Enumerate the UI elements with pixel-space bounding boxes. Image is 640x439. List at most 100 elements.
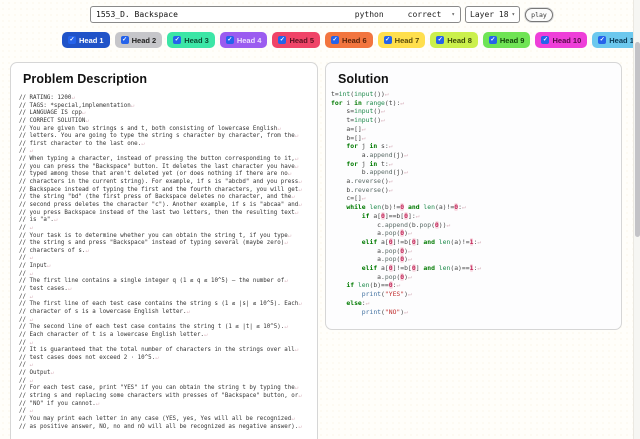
head-toggle-7[interactable]: ✓ Head 7 bbox=[377, 32, 426, 48]
checkbox-checked-icon[interactable]: ✓ bbox=[541, 36, 550, 44]
newline-mark-icon: ↵ bbox=[130, 102, 135, 109]
problem-text-line: // test cases.↵ bbox=[19, 286, 72, 293]
scrollbar-thumb[interactable] bbox=[635, 42, 640, 237]
problem-text-line: // "NO" if you cannot.↵ bbox=[19, 400, 100, 407]
newline-mark-icon: ↵ bbox=[365, 298, 370, 307]
head-toggle-label: Head 10 bbox=[552, 35, 582, 45]
verdict-select[interactable]: correct ▾ bbox=[408, 10, 455, 19]
checkbox-checked-icon[interactable]: ✓ bbox=[173, 36, 182, 44]
head-toggle-label: Head 5 bbox=[289, 35, 315, 45]
newline-mark-icon: ↵ bbox=[29, 148, 33, 155]
problem-text-line: // is "a".↵ bbox=[19, 217, 58, 224]
newline-mark-icon: ↵ bbox=[408, 272, 412, 281]
head-toggle-2[interactable]: ✓ Head 2 bbox=[114, 32, 163, 48]
checkbox-checked-icon[interactable]: ✓ bbox=[331, 36, 340, 44]
newline-mark-icon: ↵ bbox=[298, 186, 302, 193]
newline-mark-icon: ↵ bbox=[408, 290, 412, 299]
solution-panel-title: Solution bbox=[338, 72, 389, 86]
newline-mark-icon: ↵ bbox=[81, 110, 86, 117]
newline-mark-icon: ↵ bbox=[404, 307, 408, 316]
problem-text-line: // The first line contains a single inte… bbox=[19, 278, 288, 285]
newline-mark-icon: ↵ bbox=[361, 124, 366, 133]
code-line: t=input()↵ bbox=[331, 116, 385, 125]
checkbox-checked-icon[interactable]: ✓ bbox=[598, 36, 607, 44]
verdict-select-value: correct bbox=[407, 10, 442, 19]
newline-mark-icon: ↵ bbox=[294, 163, 299, 170]
checkbox-checked-icon[interactable]: ✓ bbox=[225, 36, 234, 44]
head-toggle-row: ✓ Head 1 ✓ Head 2 ✓ Head 3 ✓ Head 4 ✓ Head 5 ✓ Head… bbox=[62, 32, 640, 48]
problem-title-input[interactable] bbox=[96, 10, 274, 19]
newline-mark-icon: ↵ bbox=[155, 354, 159, 361]
newline-mark-icon: ↵ bbox=[29, 270, 33, 277]
newline-mark-icon: ↵ bbox=[408, 229, 412, 238]
problem-text-line: // ↵ bbox=[19, 148, 33, 155]
problem-text-line: // ↵ bbox=[19, 316, 33, 323]
checkbox-checked-icon[interactable]: ✓ bbox=[120, 36, 129, 44]
head-toggle-label: Head 4 bbox=[236, 35, 262, 45]
top-toolbar: python correct ▾ Layer 18 ▾ play bbox=[90, 6, 553, 23]
problem-text-line: // string s and replacing some character… bbox=[19, 392, 302, 399]
problem-text-line: // ↵ bbox=[19, 377, 33, 384]
newline-mark-icon: ↵ bbox=[29, 224, 33, 231]
newline-mark-icon: ↵ bbox=[381, 116, 385, 125]
chevron-down-icon: ▾ bbox=[451, 10, 455, 18]
checkbox-checked-icon[interactable]: ✓ bbox=[383, 36, 392, 44]
head-toggle-9[interactable]: ✓ Head 9 bbox=[482, 32, 531, 48]
code-line: a=[]↵ bbox=[331, 124, 366, 133]
problem-text-line: // second press deletes the character "c… bbox=[19, 201, 302, 208]
problem-text-line: // the string "bd" (the first press of B… bbox=[19, 194, 295, 201]
head-toggle-5[interactable]: ✓ Head 5 bbox=[272, 32, 321, 48]
code-line: t=int(input())↵ bbox=[331, 90, 389, 98]
head-toggle-4[interactable]: ✓ Head 4 bbox=[219, 32, 268, 48]
newline-mark-icon: ↵ bbox=[284, 324, 288, 331]
code-line: a.pop(0)↵ bbox=[331, 246, 412, 255]
checkbox-checked-icon[interactable]: ✓ bbox=[68, 36, 76, 44]
newline-mark-icon: ↵ bbox=[29, 293, 33, 300]
newline-mark-icon: ↵ bbox=[291, 194, 295, 201]
newline-mark-icon: ↵ bbox=[71, 95, 75, 101]
page-scrollbar bbox=[633, 0, 640, 439]
head-toggle-8[interactable]: ✓ Head 8 bbox=[430, 32, 478, 48]
problem-text-line: // letters. You are going to type the st… bbox=[19, 133, 299, 140]
chevron-down-icon: ▾ bbox=[511, 10, 516, 18]
code-line: if len(b)==0:↵ bbox=[346, 281, 401, 290]
code-line: c=[]↵ bbox=[331, 194, 366, 203]
newline-mark-icon: ↵ bbox=[46, 263, 51, 270]
newline-mark-icon: ↵ bbox=[461, 203, 466, 212]
head-toggle-6[interactable]: ✓ Head 6 bbox=[325, 32, 373, 48]
head-toggle-1[interactable]: ✓ Head 1 bbox=[62, 32, 110, 48]
checkbox-checked-icon[interactable]: ✓ bbox=[278, 36, 287, 44]
problem-text-line: // ↵ bbox=[19, 255, 33, 262]
head-toggle-3[interactable]: ✓ Head 3 bbox=[167, 32, 215, 48]
newline-mark-icon: ↵ bbox=[29, 255, 33, 262]
code-line: a.reverse()↵ bbox=[331, 177, 393, 186]
code-line: elif a[0]!=b[0] and len(a)==1:↵ bbox=[361, 264, 482, 273]
head-toggle-10[interactable]: ✓ Head 10 bbox=[535, 32, 588, 48]
solution-code: t=int(input())↵ for i in range(t):↵ s=inp… bbox=[326, 86, 621, 316]
problem-text-line: // typed among those that aren't deleted… bbox=[19, 171, 292, 178]
head-toggle-label: Head 3 bbox=[184, 35, 209, 45]
newline-mark-icon: ↵ bbox=[291, 415, 295, 422]
head-toggle-label: Head 2 bbox=[131, 35, 157, 45]
checkbox-checked-icon[interactable]: ✓ bbox=[436, 36, 445, 44]
newline-mark-icon: ↵ bbox=[141, 140, 145, 147]
code-line: b.append(j)↵ bbox=[331, 168, 408, 177]
code-line: b.reverse()↵ bbox=[331, 185, 393, 194]
newline-mark-icon: ↵ bbox=[186, 308, 191, 315]
code-line: for j in s:↵ bbox=[346, 142, 393, 151]
problem-text-line: // You may print each letter in any case… bbox=[19, 415, 295, 422]
layer-select[interactable]: Layer 18 ▾ bbox=[465, 6, 521, 23]
problem-text-line: // Your task is to determine whether you… bbox=[19, 232, 292, 239]
problem-text-line: // The second line of each test case con… bbox=[19, 324, 288, 331]
newline-mark-icon: ↵ bbox=[294, 133, 299, 140]
problem-text-line: // ↵ bbox=[19, 270, 33, 277]
problem-text-line: // characters of s.↵ bbox=[19, 247, 89, 254]
head-toggle-label: Head 6 bbox=[342, 35, 367, 45]
problem-text-line: // the string s and press "Backspace" in… bbox=[19, 240, 288, 247]
solution-panel: Solution t=int(input())↵ for i in range(t… bbox=[325, 62, 622, 330]
newline-mark-icon: ↵ bbox=[95, 400, 100, 407]
play-button[interactable]: play bbox=[525, 7, 553, 22]
checkbox-checked-icon[interactable]: ✓ bbox=[488, 36, 497, 44]
code-line: a.append(j)↵ bbox=[331, 150, 408, 159]
head-toggle-label: Head 9 bbox=[499, 35, 525, 45]
